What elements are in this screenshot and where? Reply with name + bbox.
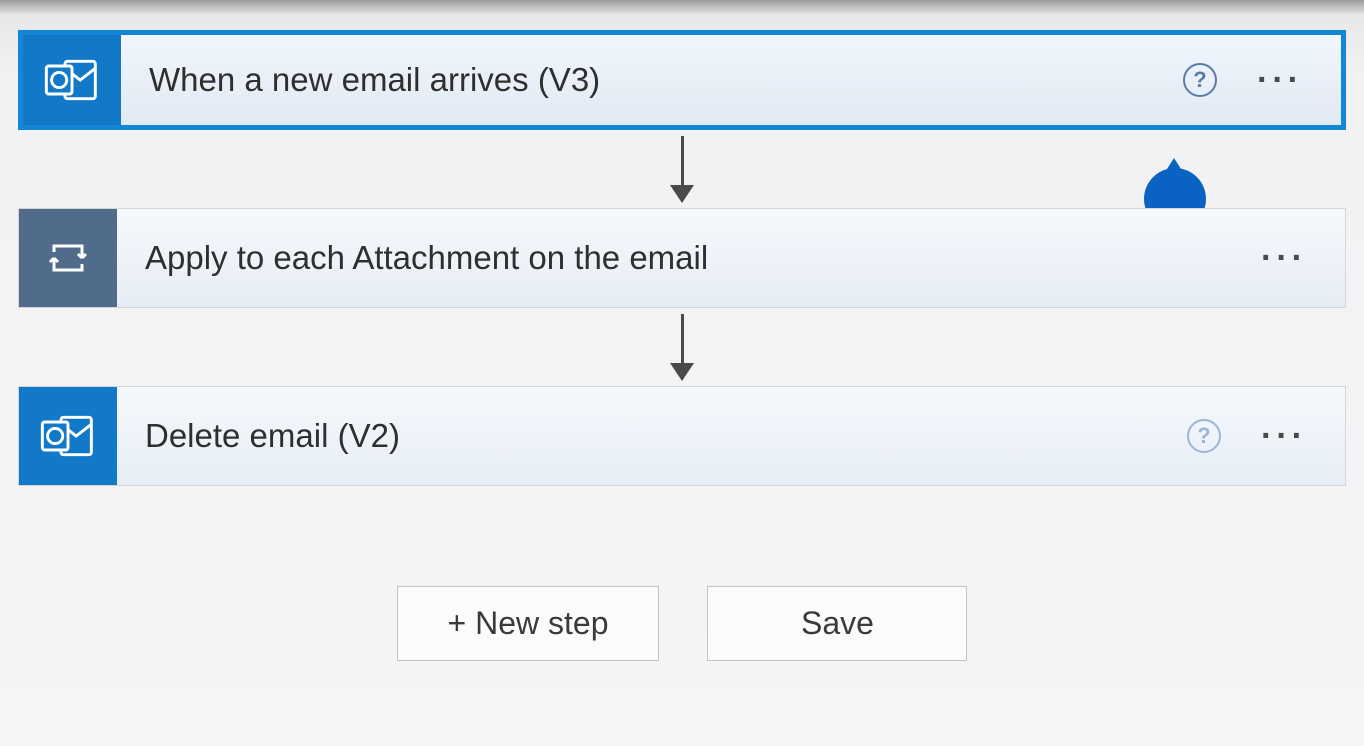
- flow-arrow-connector: [670, 130, 694, 208]
- insert-step-handle-tip: [1160, 158, 1188, 180]
- step-actions: ···: [1261, 241, 1345, 275]
- flow-arrow-connector: [670, 308, 694, 386]
- help-icon[interactable]: ?: [1187, 419, 1221, 453]
- step-title: Delete email (V2): [117, 417, 1187, 455]
- more-menu-icon[interactable]: ···: [1261, 241, 1307, 275]
- trigger-card-email-arrives[interactable]: When a new email arrives (V3) ? ···: [18, 30, 1346, 130]
- step-actions: ? ···: [1183, 63, 1341, 97]
- action-card-apply-to-each[interactable]: Apply to each Attachment on the email ··…: [18, 208, 1346, 308]
- new-step-button[interactable]: + New step: [397, 586, 660, 661]
- action-card-delete-email[interactable]: Delete email (V2) ? ···: [18, 386, 1346, 486]
- help-icon[interactable]: ?: [1183, 63, 1217, 97]
- help-glyph: ?: [1193, 67, 1206, 93]
- outlook-connector-icon: [23, 35, 121, 125]
- save-button[interactable]: Save: [707, 586, 967, 661]
- more-menu-icon[interactable]: ···: [1261, 419, 1307, 453]
- flow-designer-canvas: When a new email arrives (V3) ? ··· Appl…: [18, 30, 1346, 661]
- step-title: When a new email arrives (V3): [121, 61, 1183, 99]
- help-glyph: ?: [1197, 423, 1210, 449]
- step-actions: ? ···: [1187, 419, 1345, 453]
- flow-action-buttons: + New step Save: [397, 586, 968, 661]
- step-title: Apply to each Attachment on the email: [117, 239, 1261, 277]
- more-menu-icon[interactable]: ···: [1257, 63, 1303, 97]
- outlook-connector-icon: [19, 387, 117, 485]
- loop-control-icon: [19, 209, 117, 307]
